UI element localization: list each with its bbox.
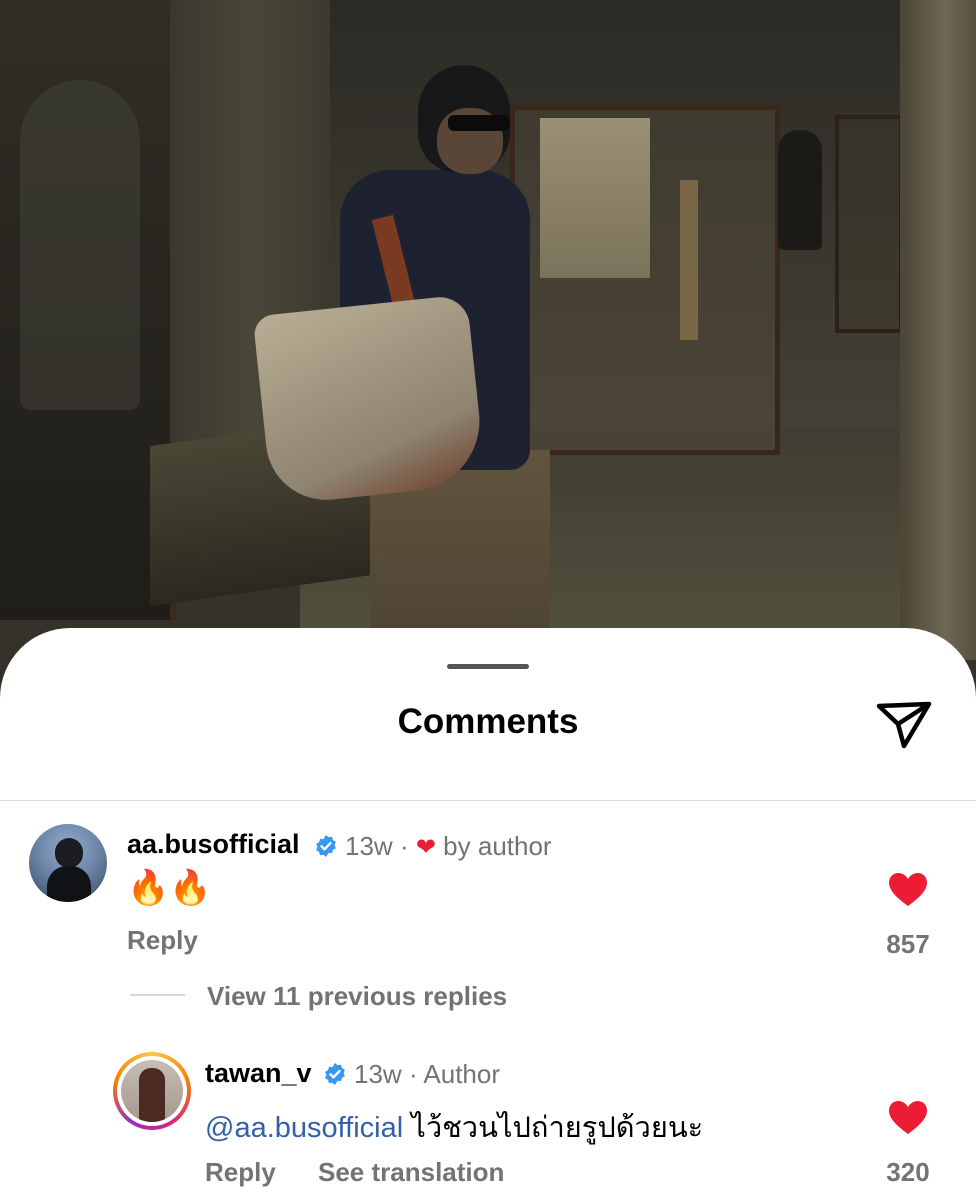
- drag-handle[interactable]: [447, 664, 529, 669]
- send-icon[interactable]: [875, 698, 933, 752]
- divider: [0, 800, 976, 801]
- reply-button[interactable]: Reply: [205, 1157, 276, 1188]
- view-previous-replies-button[interactable]: View 11 previous replies: [207, 981, 507, 1012]
- like-count: 320: [886, 1157, 930, 1187]
- liked-by-author-label: by author: [443, 831, 552, 861]
- sheet-title: Comments: [397, 702, 579, 741]
- replies-divider: [130, 994, 185, 996]
- reply-button[interactable]: Reply: [127, 925, 198, 956]
- liked-by-author-heart-icon: ❤: [415, 834, 436, 861]
- avatar[interactable]: [29, 824, 107, 902]
- verified-badge-icon: [325, 1063, 345, 1085]
- reply-text: @aa.busofficial ไว้ชวนไปถ่ายรูปด้วยนะ: [205, 1104, 703, 1150]
- comment-username[interactable]: aa.busofficial: [127, 829, 300, 860]
- reply-username[interactable]: tawan_v: [205, 1058, 312, 1089]
- reply-time: 13w: [354, 1059, 402, 1089]
- mention-link[interactable]: @aa.busofficial: [205, 1112, 403, 1144]
- comment-text: 🔥🔥: [127, 869, 212, 907]
- story-ring-avatar[interactable]: [113, 1052, 191, 1130]
- author-label: Author: [423, 1059, 500, 1089]
- see-translation-button[interactable]: See translation: [318, 1157, 504, 1188]
- like-heart-icon[interactable]: [888, 872, 928, 908]
- comment-meta: 13w · ❤ by author: [345, 831, 552, 861]
- like-heart-icon[interactable]: [888, 1100, 928, 1136]
- like-count: 857: [886, 929, 930, 959]
- reply-meta: 13w · Author: [354, 1059, 500, 1089]
- reply-body: ไว้ชวนไปถ่ายรูปด้วยนะ: [411, 1112, 704, 1144]
- comment-time: 13w: [345, 831, 393, 861]
- verified-badge-icon: [316, 835, 336, 857]
